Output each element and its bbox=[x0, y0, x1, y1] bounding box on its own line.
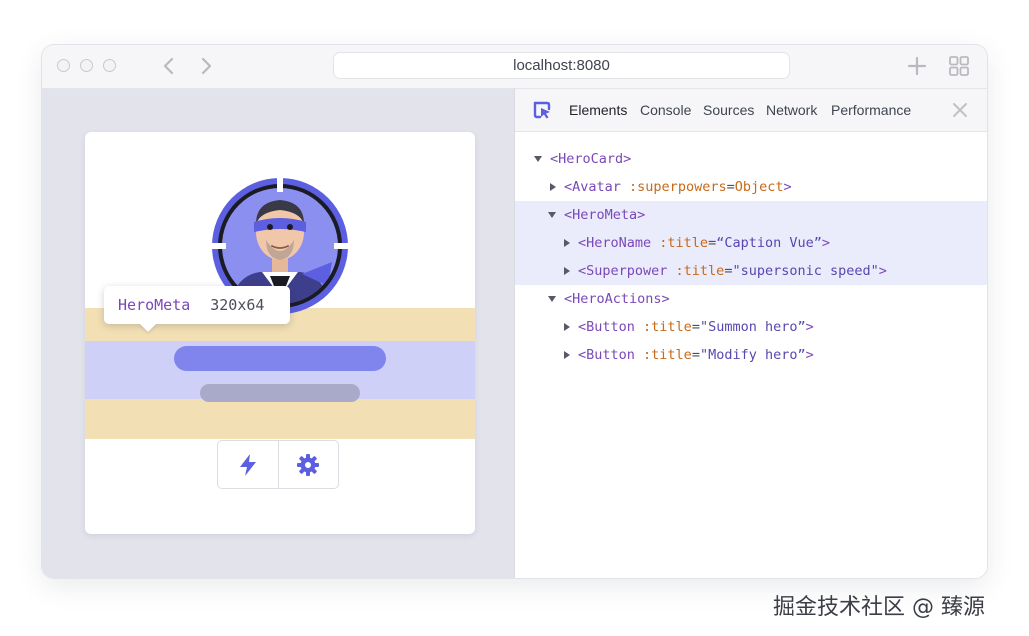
tab-performance[interactable]: Performance bbox=[831, 102, 911, 118]
inspect-cursor-icon[interactable] bbox=[532, 100, 552, 120]
tree-tag-close: > bbox=[783, 179, 792, 195]
tree-tag: <HeroName bbox=[578, 235, 652, 251]
watermark-text: 掘金技术社区 @ 臻源 bbox=[773, 595, 985, 620]
browser-window: localhost:8080 HeroMeta 320x64 Elements … bbox=[42, 45, 987, 578]
tree-tag: <HeroActions> bbox=[564, 291, 670, 307]
window-zoom-dot[interactable] bbox=[103, 59, 116, 72]
modify-hero-button[interactable] bbox=[277, 441, 339, 488]
lightning-icon bbox=[239, 453, 256, 476]
devtools-tab-bar: Elements Console Sources Network Perform… bbox=[515, 89, 987, 132]
tree-row-avatar[interactable]: <Avatar :superpowers = Object > bbox=[515, 173, 987, 201]
hero-actions bbox=[217, 440, 339, 489]
tree-row-heroactions[interactable]: <HeroActions> bbox=[515, 285, 987, 313]
collapse-caret-icon[interactable] bbox=[550, 183, 556, 191]
tree-tag-close: > bbox=[805, 347, 814, 363]
tooltip-component-size: 320x64 bbox=[210, 296, 265, 314]
tree-value: Object bbox=[734, 179, 784, 195]
collapse-caret-icon[interactable] bbox=[564, 239, 570, 247]
tree-attr: :title bbox=[675, 263, 725, 279]
tree-value: "Summon hero” bbox=[699, 319, 806, 335]
page-viewport: HeroMeta 320x64 bbox=[42, 89, 514, 578]
tooltip-pointer bbox=[140, 324, 156, 332]
tab-network[interactable]: Network bbox=[766, 102, 817, 118]
tree-attr: :title bbox=[643, 319, 692, 335]
tree-attr: :superpowers bbox=[629, 179, 727, 195]
url-text: localhost:8080 bbox=[513, 57, 610, 74]
tree-tag: <Button bbox=[578, 319, 635, 335]
new-tab-plus-icon[interactable] bbox=[906, 55, 928, 77]
address-bar[interactable]: localhost:8080 bbox=[333, 52, 790, 79]
tree-tag-close: > bbox=[821, 235, 831, 251]
expand-caret-icon[interactable] bbox=[548, 296, 556, 302]
vue-devtools-panel: Elements Console Sources Network Perform… bbox=[514, 89, 987, 578]
tree-row-herocard[interactable]: <HeroCard> bbox=[515, 145, 987, 173]
tree-tag: <Button bbox=[578, 347, 635, 363]
gear-icon bbox=[297, 453, 320, 476]
tree-tag: <Superpower bbox=[578, 263, 668, 279]
expand-caret-icon[interactable] bbox=[534, 156, 542, 162]
tab-elements[interactable]: Elements bbox=[569, 102, 627, 118]
expand-caret-icon[interactable] bbox=[548, 212, 556, 218]
forward-arrow-icon[interactable] bbox=[196, 56, 216, 76]
collapse-caret-icon[interactable] bbox=[564, 267, 570, 275]
hero-name-placeholder bbox=[174, 346, 386, 371]
superpower-placeholder bbox=[200, 384, 360, 402]
hero-card bbox=[85, 132, 475, 534]
tree-tag: <HeroMeta> bbox=[564, 207, 646, 223]
tree-row-button-summon[interactable]: <Button :title = "Summon hero” > bbox=[515, 313, 987, 341]
tree-value: “Caption Vue” bbox=[716, 235, 822, 251]
tab-sources[interactable]: Sources bbox=[703, 102, 754, 118]
browser-titlebar: localhost:8080 bbox=[42, 45, 987, 89]
tree-tag: <HeroCard> bbox=[550, 151, 632, 167]
tree-row-button-modify[interactable]: <Button :title = "Modify hero” > bbox=[515, 341, 987, 369]
tab-grid-icon[interactable] bbox=[949, 56, 969, 76]
tree-row-herometa[interactable]: <HeroMeta> bbox=[515, 201, 987, 229]
tree-value: "Modify hero” bbox=[699, 347, 806, 363]
tree-tag-close: > bbox=[878, 263, 887, 279]
collapse-caret-icon[interactable] bbox=[564, 351, 570, 359]
component-inspector-tooltip: HeroMeta 320x64 bbox=[104, 286, 290, 324]
tree-tag: <Avatar bbox=[564, 179, 621, 195]
tab-console[interactable]: Console bbox=[640, 102, 691, 118]
tree-row-superpower[interactable]: <Superpower :title = "supersonic speed" … bbox=[515, 257, 987, 285]
tree-row-heroname[interactable]: <HeroName :title = “Caption Vue” > bbox=[515, 229, 987, 257]
tooltip-component-name: HeroMeta bbox=[118, 296, 191, 314]
tree-value: "supersonic speed" bbox=[732, 263, 879, 279]
tree-attr: :title bbox=[643, 347, 692, 363]
collapse-caret-icon[interactable] bbox=[564, 323, 570, 331]
tree-attr: :title bbox=[659, 235, 709, 251]
window-close-dot[interactable] bbox=[57, 59, 70, 72]
summon-hero-button[interactable] bbox=[218, 441, 278, 488]
window-minimize-dot[interactable] bbox=[80, 59, 93, 72]
tree-tag-close: > bbox=[805, 319, 814, 335]
close-devtools-icon[interactable] bbox=[951, 101, 969, 119]
margin-highlight-bottom bbox=[85, 399, 475, 439]
back-arrow-icon[interactable] bbox=[159, 56, 179, 76]
